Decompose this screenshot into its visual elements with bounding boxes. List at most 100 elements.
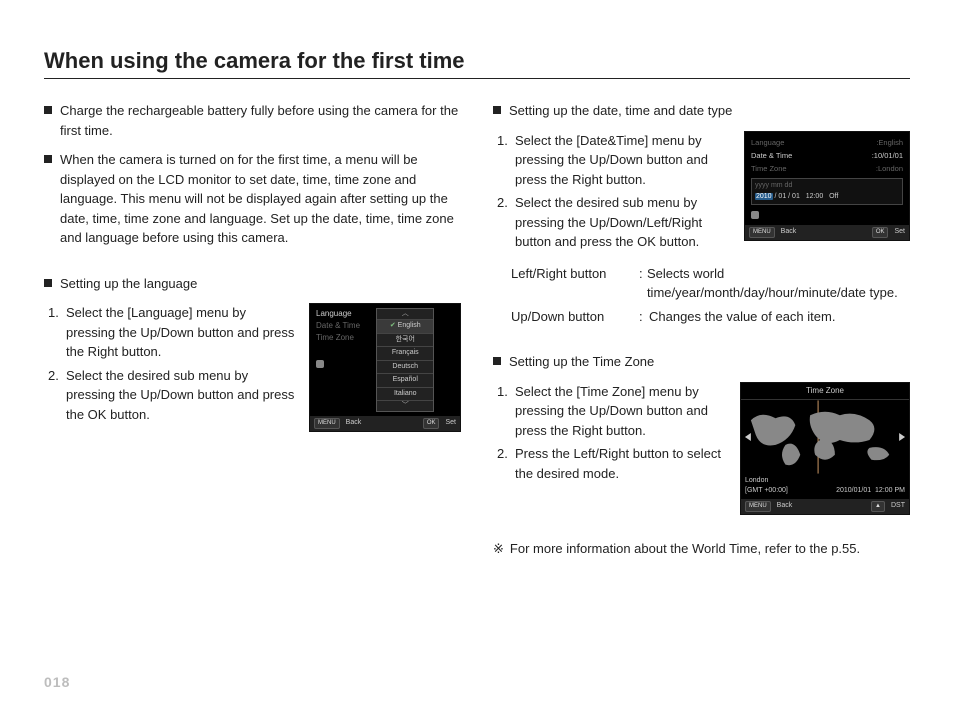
lcd-language-screenshot: Language Date & Time Time Zone ︿ ✔ Engli… xyxy=(309,303,461,432)
timezone-steps: 1. Select the [Time Zone] menu by pressi… xyxy=(497,382,726,488)
step-number: 2. xyxy=(497,444,515,483)
sound-icon xyxy=(316,360,324,368)
step-number: 1. xyxy=(48,303,66,362)
lr-button-desc: Left/Right button : Selects world time/y… xyxy=(511,264,910,303)
content-columns: Charge the rechargeable battery fully be… xyxy=(44,101,910,558)
lcd-time: 12:00 xyxy=(806,193,824,200)
lcd-option: Français xyxy=(377,347,433,361)
world-map-icon xyxy=(741,400,909,474)
lcd-row-label: Date & Time xyxy=(751,150,792,161)
step-1: 1. Select the [Time Zone] menu by pressi… xyxy=(497,382,726,441)
lcd-footer: MENU Back OK Set xyxy=(310,416,460,431)
page-title: When using the camera for the first time xyxy=(44,48,910,79)
step-text: Select the desired sub menu by pressing … xyxy=(515,193,730,252)
lcd-date-format: yyyy mm dd xyxy=(755,181,899,192)
square-bullet-icon xyxy=(493,357,501,365)
step-number: 2. xyxy=(497,193,515,252)
footer-label: Back xyxy=(777,501,793,512)
lcd-tz-date: 2010/01/01 xyxy=(836,487,871,494)
footer-label: Set xyxy=(445,418,456,429)
lcd-footer: MENU Back ▲ DST xyxy=(741,499,909,514)
reference-mark-icon: ※ xyxy=(493,539,504,559)
step-text: Select the [Time Zone] menu by pressing … xyxy=(515,382,726,441)
lcd-row-value: :English xyxy=(876,137,903,148)
colon: : xyxy=(639,264,647,303)
ok-pill-icon: OK xyxy=(423,418,440,429)
step-number: 1. xyxy=(497,382,515,441)
menu-pill-icon: MENU xyxy=(749,227,775,238)
lcd-tz-info: London [GMT +00:00] 2010/01/01 12:00 PM xyxy=(741,474,909,499)
lcd-timezone-screenshot: Time Zone xyxy=(740,382,910,515)
lcd-option: Deutsch xyxy=(377,361,433,375)
lcd-tz-city: London xyxy=(745,476,788,487)
lcd-datetime-screenshot: Language :English Date & Time :10/01/01 Ti… xyxy=(744,131,910,242)
step-2: 2. Press the Left/Right button to select… xyxy=(497,444,726,483)
para-text: Charge the rechargeable battery fully be… xyxy=(60,101,461,140)
step-2: 2. Select the desired sub menu by pressi… xyxy=(48,366,295,425)
def-text: Changes the value of each item. xyxy=(649,307,835,327)
square-bullet-icon xyxy=(44,155,52,163)
date-subhead: Setting up the date, time and date type xyxy=(493,101,910,121)
date-steps: 1. Select the [Date&Time] menu by pressi… xyxy=(497,131,730,256)
footer-label: DST xyxy=(891,501,905,512)
up-triangle-icon: ▲ xyxy=(871,501,885,512)
language-subhead: Setting up the language xyxy=(44,274,461,294)
step-number: 2. xyxy=(48,366,66,425)
def-label: Up/Down button xyxy=(511,307,639,327)
lcd-option: 한국어 xyxy=(377,334,433,348)
step-1: 1. Select the [Date&Time] menu by pressi… xyxy=(497,131,730,190)
footer-label: Back xyxy=(346,418,362,429)
subhead-text: Setting up the Time Zone xyxy=(509,352,654,372)
ok-pill-icon: OK xyxy=(872,227,889,238)
lcd-menu-item: Date & Time xyxy=(316,320,374,332)
lcd-footer: MENU Back OK Set xyxy=(745,225,909,240)
lcd-option-selected: ✔ English xyxy=(377,320,433,334)
menu-pill-icon: MENU xyxy=(314,418,340,429)
lcd-off: Off xyxy=(829,193,838,200)
step-1: 1. Select the [Language] menu by pressin… xyxy=(48,303,295,362)
lcd-row-value: :London xyxy=(876,163,903,174)
intro-para-2: When the camera is turned on for the fir… xyxy=(44,150,461,248)
lcd-row-value: :10/01/01 xyxy=(872,150,903,161)
def-label: Left/Right button xyxy=(511,264,639,303)
lcd-row-label: Time Zone xyxy=(751,163,787,174)
step-text: Select the desired sub menu by pressing … xyxy=(66,366,295,425)
step-2: 2. Select the desired sub menu by pressi… xyxy=(497,193,730,252)
step-text: Select the [Date&Time] menu by pressing … xyxy=(515,131,730,190)
lcd-language-popup: ︿ ✔ English 한국어 Français Deutsch Español… xyxy=(376,308,434,412)
lcd-menu-item: Language xyxy=(316,308,374,320)
step-text: Select the [Language] menu by pressing t… xyxy=(66,303,295,362)
lcd-option: Español xyxy=(377,374,433,388)
square-bullet-icon xyxy=(493,106,501,114)
footnote: ※ For more information about the World T… xyxy=(493,539,910,559)
chevron-up-icon: ︿ xyxy=(377,309,433,320)
ud-button-desc: Up/Down button : Changes the value of ea… xyxy=(511,307,910,327)
lcd-tz-time: 12:00 PM xyxy=(875,487,905,494)
def-text: Selects world time/year/month/day/hour/m… xyxy=(647,264,910,303)
step-number: 1. xyxy=(497,131,515,190)
note-text: For more information about the World Tim… xyxy=(510,539,860,559)
lcd-date-field: yyyy mm dd 2010 / 01 / 01 12:00 Off xyxy=(751,178,903,205)
subhead-text: Setting up the language xyxy=(60,274,197,294)
left-column: Charge the rechargeable battery fully be… xyxy=(44,101,461,558)
intro-para-1: Charge the rechargeable battery fully be… xyxy=(44,101,461,140)
check-icon: ✔ xyxy=(390,322,396,329)
para-text: When the camera is turned on for the fir… xyxy=(60,150,461,248)
colon: : xyxy=(639,307,649,327)
timezone-subhead: Setting up the Time Zone xyxy=(493,352,910,372)
square-bullet-icon xyxy=(44,279,52,287)
lcd-day: / 01 xyxy=(788,193,800,200)
lcd-row-label: Language xyxy=(751,137,784,148)
lcd-tz-title: Time Zone xyxy=(741,383,909,400)
footer-label: Back xyxy=(781,227,797,238)
language-steps: 1. Select the [Language] menu by pressin… xyxy=(48,303,295,428)
sound-icon xyxy=(751,211,759,219)
chevron-down-icon: ﹀ xyxy=(377,401,433,411)
lcd-menu-item: Time Zone xyxy=(316,332,374,344)
lcd-year-highlight: 2010 xyxy=(755,193,773,200)
page-number: 018 xyxy=(44,674,70,690)
menu-pill-icon: MENU xyxy=(745,501,771,512)
lcd-month: / 01 xyxy=(775,193,787,200)
square-bullet-icon xyxy=(44,106,52,114)
right-column: Setting up the date, time and date type … xyxy=(493,101,910,558)
